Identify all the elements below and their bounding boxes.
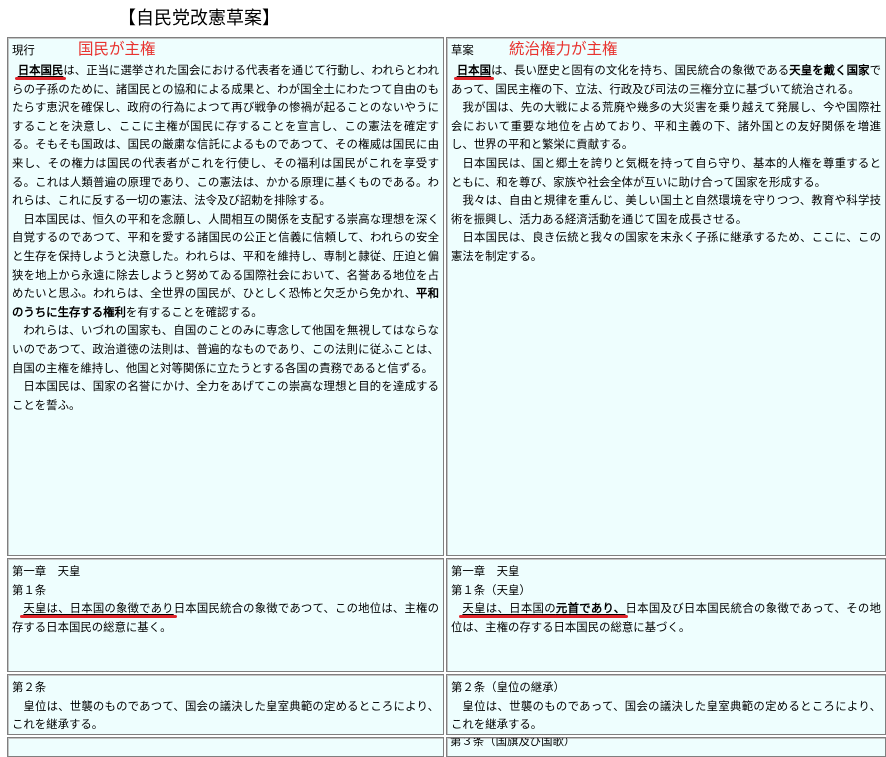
annotation-current: 国民が主権 — [78, 40, 156, 58]
article-heading-cut: 第３条（国旗及び国歌） — [450, 737, 576, 748]
column-header-current: 現行 国民が主権 — [12, 40, 439, 61]
column-header-draft: 草案 統治権力が主権 — [451, 40, 881, 61]
chapter-heading: 第一章 天皇 — [12, 564, 81, 578]
preamble-current-p1: 日本国民は、正当に選挙された国会における代表者を通じて行動し、われらとわれらの子… — [12, 63, 439, 208]
article-heading: 第２条（皇位の継承） — [451, 680, 565, 694]
preamble-current-p3: われらは、いづれの国家も、自国のことのみに専念して他国を無視してはならないのであ… — [12, 323, 439, 375]
preamble-draft-p5: 日本国民は、良き伝統と我々の国家を末永く子孫に継承するため、ここに、この憲法を制… — [451, 230, 881, 263]
article2-current-text: 皇位は、世襲のものであつて、国会の議決した皇室典範の定めるところにより、これを継… — [12, 698, 439, 732]
preamble-draft-p4: 我々は、自由と規律を重んじ、美しい国土と自然環境を守りつつ、教育や科学技術を振興… — [451, 193, 881, 226]
lead-japanese-people: 日本国民 — [17, 63, 64, 77]
article1-draft-text: 天皇は、日本国の元首であり、日本国及び日本国民統合の象徴であって、その地位は、主… — [451, 601, 882, 634]
article-heading: 第１条（天皇） — [451, 582, 531, 597]
preamble-draft-p1: 日本国は、長い歴史と固有の文化を持ち、国民統合の象徴である天皇を戴く国家であって… — [451, 63, 881, 96]
article2-current-cell: 第２条 皇位は、世襲のものであつて、国会の議決した皇室典範の定めるところにより、… — [7, 674, 444, 735]
comparison-table: 現行 国民が主権 日本国民は、正当に選挙された国会における代表者を通じて行動し、… — [7, 37, 886, 757]
preamble-draft-p3: 日本国民は、国と郷土を誇りと気概を持って自ら守り、基本的人権を尊重するとともに、… — [451, 155, 881, 189]
article1-draft-cell: 第一章 天皇 第１条（天皇） 天皇は、日本国の元首であり、日本国及び日本国民統合… — [446, 558, 886, 672]
article3-draft-cell: 第３条（国旗及び国歌） — [446, 737, 886, 757]
article2-draft-text: 皇位は、世襲のものであって、国会の議決した皇室典範の定めるところにより、これを継… — [451, 698, 881, 732]
chapter-heading: 第一章 天皇 — [451, 564, 520, 578]
preamble-current-cell: 現行 国民が主権 日本国民は、正当に選挙された国会における代表者を通じて行動し、… — [7, 37, 444, 556]
article1-current-text: 天皇は、日本国の象徴であり日本国民統合の象徴であつて、この地位は、主権の存する日… — [12, 601, 439, 634]
preamble-current-p2: 日本国民は、恒久の平和を念願し、人間相互の関係を支配する崇高な理想を深く自覚する… — [12, 211, 439, 319]
nation-with-emperor: 天皇を戴く国家 — [789, 63, 870, 77]
column-label-draft: 草案 — [451, 43, 474, 57]
preamble-draft-p2: 我が国は、先の大戦による荒廃や幾多の大災害を乗り越えて発展し、今や国際社会におい… — [451, 100, 881, 152]
article2-draft-cell: 第２条（皇位の継承） 皇位は、世襲のものであって、国会の議決した皇室典範の定める… — [446, 674, 886, 735]
annotation-draft: 統治権力が主権 — [509, 40, 618, 58]
column-label-current: 現行 — [12, 43, 35, 57]
article-heading: 第１条 — [12, 582, 47, 597]
preamble-draft-cell: 草案 統治権力が主権 日本国は、長い歴史と固有の文化を持ち、国民統合の象徴である… — [446, 37, 886, 556]
emperor-head-of-state-underline: 天皇は、日本国の元首であり、 — [462, 601, 626, 616]
page-title: 【自民党改憲草案】 — [118, 8, 280, 29]
article1-current-cell: 第一章 天皇 第１条 天皇は、日本国の象徴であり日本国民統合の象徴であつて、この… — [7, 558, 444, 672]
article-heading: 第２条 — [12, 680, 47, 694]
article3-current-cell — [7, 737, 444, 757]
emperor-symbol-underline: 天皇は、日本国の象徴であり — [23, 601, 174, 616]
lead-japan: 日本国 — [456, 63, 492, 77]
preamble-current-p4: 日本国民は、国家の名誉にかけ、全力をあげてこの崇高な理想と目的を達成することを誓… — [12, 379, 439, 412]
